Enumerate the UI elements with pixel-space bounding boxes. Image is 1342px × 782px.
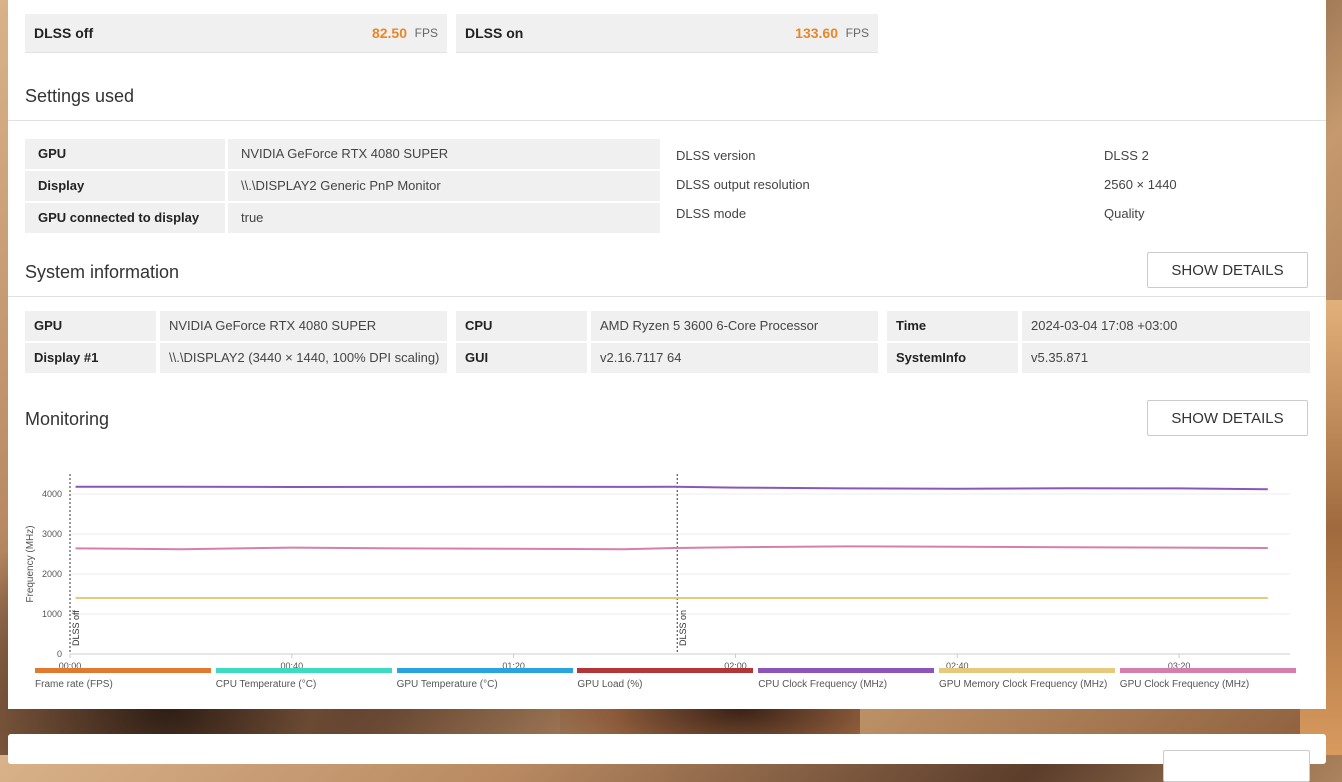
dlss-label: DLSS mode — [676, 206, 747, 221]
settings-value: NVIDIA GeForce RTX 4080 SUPER — [228, 139, 660, 169]
next-card — [8, 734, 1326, 782]
divider — [8, 120, 1326, 121]
fps-unit: FPS — [845, 26, 869, 40]
legend-swatch — [396, 668, 573, 673]
y-tick-label: 0 — [57, 649, 62, 659]
marker-label: DLSS on — [678, 610, 688, 646]
fps-value: 82.50 — [371, 25, 407, 41]
results-card: DLSS off 82.50 FPS DLSS on 133.60 FPS Se… — [8, 0, 1326, 709]
y-tick-label: 3000 — [42, 529, 62, 539]
dlss-value: 2560 × 1440 — [1104, 177, 1177, 192]
legend-label: CPU Clock Frequency (MHz) — [758, 679, 888, 690]
y-axis-label: Frequency (MHz) — [25, 525, 36, 602]
fps-box-dlss-on: DLSS on 133.60 FPS — [456, 14, 878, 53]
fps-unit: FPS — [414, 26, 438, 40]
legend-item[interactable]: GPU Temperature (°C) — [396, 668, 573, 690]
show-details-button[interactable]: SHOW DETAILS — [1147, 400, 1308, 436]
legend-label: GPU Load (%) — [577, 679, 643, 690]
marker-label: DLSS off — [71, 610, 81, 646]
system-value: v2.16.7117 64 — [591, 343, 878, 373]
dlss-label: DLSS output resolution — [676, 177, 810, 192]
fps-label: DLSS off — [34, 25, 94, 41]
fps-box-dlss-off: DLSS off 82.50 FPS — [25, 14, 447, 53]
legend-item[interactable]: CPU Temperature (°C) — [215, 668, 392, 690]
legend-swatch — [215, 668, 392, 673]
y-tick-label: 4000 — [42, 489, 62, 499]
legend-swatch — [577, 668, 754, 673]
system-label: Time — [887, 311, 1018, 341]
system-label: CPU — [456, 311, 587, 341]
y-tick-label: 2000 — [42, 569, 62, 579]
system-value: \\.\DISPLAY2 (3440 × 1440, 100% DPI scal… — [160, 343, 447, 373]
dlss-label: DLSS version — [676, 148, 756, 163]
series-line — [75, 545, 1268, 551]
legend-item[interactable]: Frame rate (FPS) — [35, 668, 211, 690]
legend-swatch — [939, 668, 1115, 673]
system-value: v5.35.871 — [1022, 343, 1310, 373]
system-label: GPU — [25, 311, 156, 341]
y-tick-label: 1000 — [42, 609, 62, 619]
settings-label: GPU — [25, 139, 225, 169]
dlss-value: Quality — [1104, 206, 1145, 221]
section-title-settings: Settings used — [25, 86, 135, 106]
legend-item[interactable]: CPU Clock Frequency (MHz) — [758, 668, 935, 690]
legend-label: Frame rate (FPS) — [35, 679, 113, 690]
legend-label: GPU Memory Clock Frequency (MHz) — [939, 679, 1108, 690]
section-title-monitoring: Monitoring — [25, 409, 110, 429]
show-details-button[interactable]: SHOW DETAILS — [1147, 252, 1308, 288]
settings-label: Display — [25, 171, 225, 201]
monitoring-chart: 0100020003000400000:00 00:40 01:20 02:00 02:… — [25, 474, 1290, 671]
system-value: AMD Ryzen 5 3600 6-Core Processor — [591, 311, 878, 341]
legend-item[interactable]: GPU Clock Frequency (MHz) — [1119, 668, 1296, 690]
legend-swatch — [35, 668, 211, 673]
fps-label: DLSS on — [465, 25, 524, 41]
settings-label: GPU connected to display — [25, 203, 225, 233]
settings-value: \\.\DISPLAY2 Generic PnP Monitor — [228, 171, 660, 201]
legend-label: GPU Clock Frequency (MHz) — [1119, 679, 1250, 690]
series-line — [75, 485, 1268, 491]
legend-swatch — [758, 668, 935, 673]
legend-item[interactable]: GPU Memory Clock Frequency (MHz) — [939, 668, 1115, 690]
system-label: SystemInfo — [887, 343, 1018, 373]
legend-swatch — [1119, 668, 1296, 673]
system-label: GUI — [456, 343, 587, 373]
system-value: 2024-03-04 17:08 +03:00 — [1022, 311, 1310, 341]
fps-value: 133.60 — [795, 25, 838, 41]
system-value: NVIDIA GeForce RTX 4080 SUPER — [160, 311, 447, 341]
legend-label: CPU Temperature (°C) — [215, 679, 317, 690]
legend-item[interactable]: GPU Load (%) — [577, 668, 754, 690]
section-title-system: System information — [25, 262, 180, 282]
dlss-value: DLSS 2 — [1104, 148, 1149, 163]
settings-value: true — [228, 203, 660, 233]
system-label: Display #1 — [25, 343, 156, 373]
legend-label: GPU Temperature (°C) — [396, 679, 498, 690]
divider — [8, 296, 1326, 297]
